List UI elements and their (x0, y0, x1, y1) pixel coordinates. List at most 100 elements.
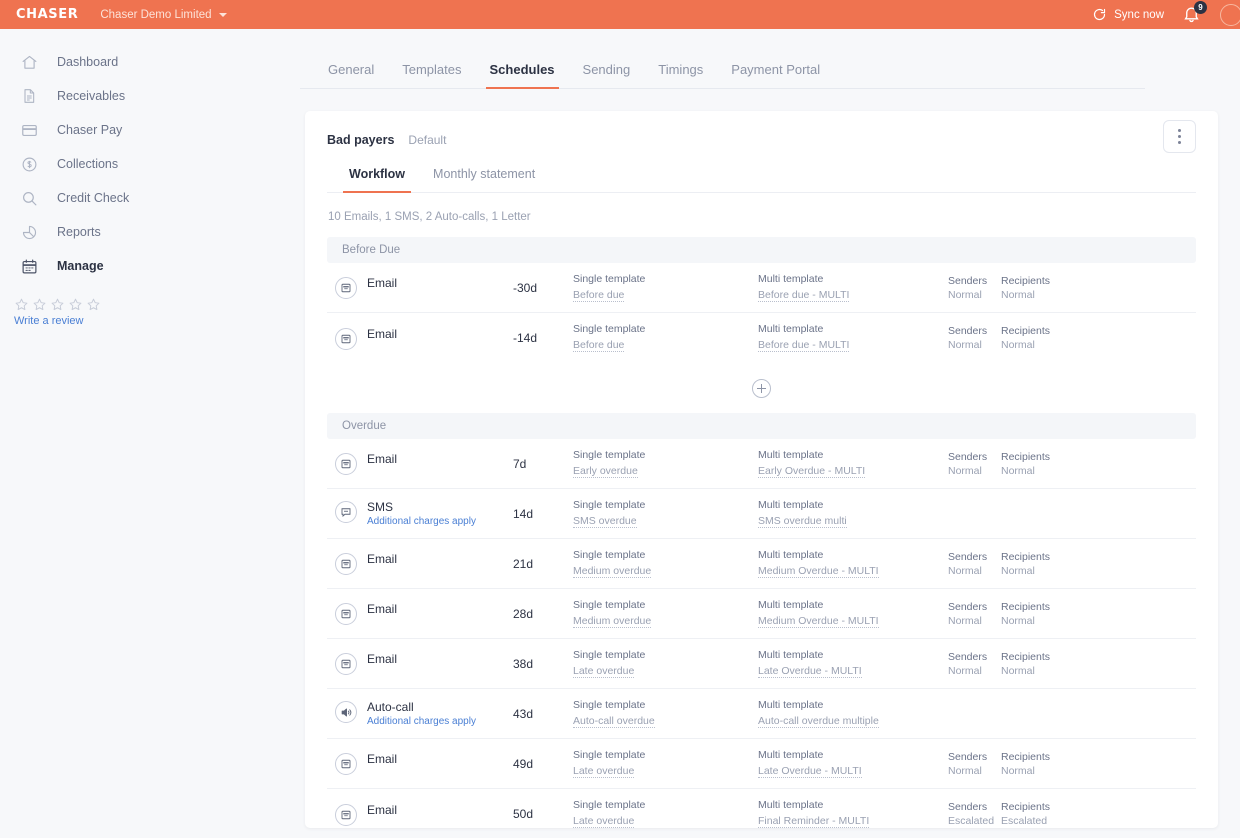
single-template-value[interactable]: Late overdue (573, 665, 635, 678)
row-type-label: Email (367, 452, 398, 466)
recipients-value[interactable]: Normal (1001, 465, 1091, 477)
single-template-value[interactable]: Auto-call overdue (573, 715, 655, 728)
subtab-monthly-statement[interactable]: Monthly statement (419, 167, 549, 192)
sidebar-item-manage[interactable]: Manage (0, 249, 300, 283)
senders-value[interactable]: Normal (948, 565, 1001, 577)
table-row[interactable]: Email 21d Single template Medium overdue Mul… (327, 539, 1196, 589)
single-template-value[interactable]: Medium overdue (573, 565, 652, 578)
row-days-offset: -30d (513, 280, 538, 295)
star-icon[interactable] (14, 297, 29, 312)
table-row[interactable]: Email 50d Single template Late overdue Multi… (327, 789, 1196, 828)
senders-label: Senders (948, 650, 988, 663)
multi-template-cell: Multi template Medium Overdue - MULTI (758, 599, 948, 629)
multi-template-value[interactable]: Auto-call overdue multiple (758, 715, 879, 728)
chaser-logo: CHASER (16, 7, 79, 22)
tab-timings[interactable]: Timings (644, 62, 717, 88)
multi-template-label: Multi template (758, 323, 824, 335)
sidebar-item-collections[interactable]: Collections (0, 147, 300, 181)
recipients-value[interactable]: Normal (1001, 339, 1091, 351)
table-row[interactable]: Email 49d Single template Late overdue Multi… (327, 739, 1196, 789)
plus-circle-icon[interactable] (752, 378, 771, 398)
recipients-value[interactable]: Normal (1001, 565, 1091, 577)
single-template-cell: Single template Late overdue (573, 649, 758, 679)
table-row[interactable]: Email 38d Single template Late overdue Multi… (327, 639, 1196, 689)
single-template-value[interactable]: Before due (573, 289, 625, 302)
single-template-value[interactable]: Before due (573, 339, 625, 352)
recipients-value[interactable]: Normal (1001, 765, 1091, 777)
multi-template-value[interactable]: Late Overdue - MULTI (758, 765, 862, 778)
star-rating[interactable] (14, 297, 300, 312)
single-template-value[interactable]: Early overdue (573, 465, 638, 478)
single-template-cell: Single template Auto-call overdue (573, 699, 758, 729)
senders-value[interactable]: Escalated (948, 815, 1001, 827)
sidebar-item-receivables[interactable]: Receivables (0, 79, 300, 113)
multi-template-cell: Multi template Final Reminder - MULTI (758, 799, 948, 828)
sync-now-button[interactable]: Sync now (1092, 7, 1164, 22)
star-icon[interactable] (50, 297, 65, 312)
multi-template-value[interactable]: Before due - MULTI (758, 339, 850, 352)
write-a-review-link[interactable]: Write a review (14, 315, 300, 327)
recipients-value[interactable]: Escalated (1001, 815, 1091, 827)
tab-sending[interactable]: Sending (569, 62, 645, 88)
tab-payment-portal[interactable]: Payment Portal (717, 62, 834, 88)
senders-cell: Senders Normal (948, 551, 1001, 577)
senders-value[interactable]: Normal (948, 289, 1001, 301)
multi-template-value[interactable]: Medium Overdue - MULTI (758, 565, 879, 578)
review-prompt: Write a review (0, 297, 300, 327)
single-template-value[interactable]: Late overdue (573, 765, 635, 778)
single-template-value[interactable]: SMS overdue (573, 515, 637, 528)
row-type-text: Email (367, 276, 397, 290)
table-row[interactable]: Email 28d Single template Medium overdue Mul… (327, 589, 1196, 639)
multi-template-value[interactable]: Late Overdue - MULTI (758, 665, 862, 678)
senders-value[interactable]: Normal (948, 339, 1001, 351)
table-row[interactable]: Email 7d Single template Early overdue Multi… (327, 439, 1196, 489)
sidebar-item-chaser-pay[interactable]: Chaser Pay (0, 113, 300, 147)
avatar[interactable] (1220, 3, 1240, 26)
senders-value[interactable]: Normal (948, 465, 1001, 477)
sidebar-item-dashboard[interactable]: Dashboard (0, 45, 300, 79)
tab-templates[interactable]: Templates (388, 62, 475, 88)
additional-charges-note[interactable]: Additional charges apply (367, 516, 476, 527)
row-type-text: Email (367, 327, 397, 341)
recipients-label: Recipients (1001, 550, 1051, 563)
multi-template-value[interactable]: Early Overdue - MULTI (758, 465, 866, 478)
row-days-offset: 28d (513, 606, 534, 621)
multi-template-value[interactable]: Final Reminder - MULTI (758, 815, 870, 828)
row-type-cell: Email (335, 652, 513, 675)
star-icon[interactable] (68, 297, 83, 312)
multi-template-label: Multi template (758, 648, 824, 661)
org-switcher[interactable]: Chaser Demo Limited (100, 9, 227, 21)
multi-template-value[interactable]: Medium Overdue - MULTI (758, 615, 879, 628)
schedule-options-button[interactable] (1163, 120, 1196, 153)
recipients-value[interactable]: Normal (1001, 615, 1091, 627)
notifications-button[interactable]: 9 (1182, 0, 1207, 25)
sidebar-item-reports[interactable]: Reports (0, 215, 300, 249)
multi-template-cell: Multi template Before due - MULTI (758, 273, 948, 303)
table-row[interactable]: SMS Additional charges apply 14d Single tem… (327, 489, 1196, 539)
multi-template-value[interactable]: Before due - MULTI (758, 289, 850, 302)
senders-value[interactable]: Normal (948, 665, 1001, 677)
multi-template-cell: Multi template Late Overdue - MULTI (758, 649, 948, 679)
senders-value[interactable]: Normal (948, 615, 1001, 627)
single-template-value[interactable]: Medium overdue (573, 615, 652, 628)
row-days-offset: 21d (513, 556, 534, 571)
recipients-value[interactable]: Normal (1001, 289, 1091, 301)
senders-cell: Senders Normal (948, 325, 1001, 351)
recipients-value[interactable]: Normal (1001, 665, 1091, 677)
tab-schedules[interactable]: Schedules (476, 62, 569, 89)
star-icon[interactable] (32, 297, 47, 312)
schedule-sections: Before Due Email -30d Single template Before… (327, 237, 1196, 828)
tab-general[interactable]: General (314, 62, 388, 88)
additional-charges-note[interactable]: Additional charges apply (367, 716, 476, 727)
row-type-cell: Email (335, 327, 513, 350)
subtab-workflow[interactable]: Workflow (335, 167, 419, 193)
recipients-label: Recipients (1001, 274, 1051, 287)
table-row[interactable]: Email -30d Single template Before due Multi … (327, 263, 1196, 313)
senders-value[interactable]: Normal (948, 765, 1001, 777)
single-template-value[interactable]: Late overdue (573, 815, 635, 828)
table-row[interactable]: Email -14d Single template Before due Multi … (327, 313, 1196, 363)
table-row[interactable]: Auto-call Additional charges apply 43d Sing… (327, 689, 1196, 739)
star-icon[interactable] (86, 297, 101, 312)
sidebar-item-credit-check[interactable]: Credit Check (0, 181, 300, 215)
multi-template-value[interactable]: SMS overdue multi (758, 515, 847, 528)
